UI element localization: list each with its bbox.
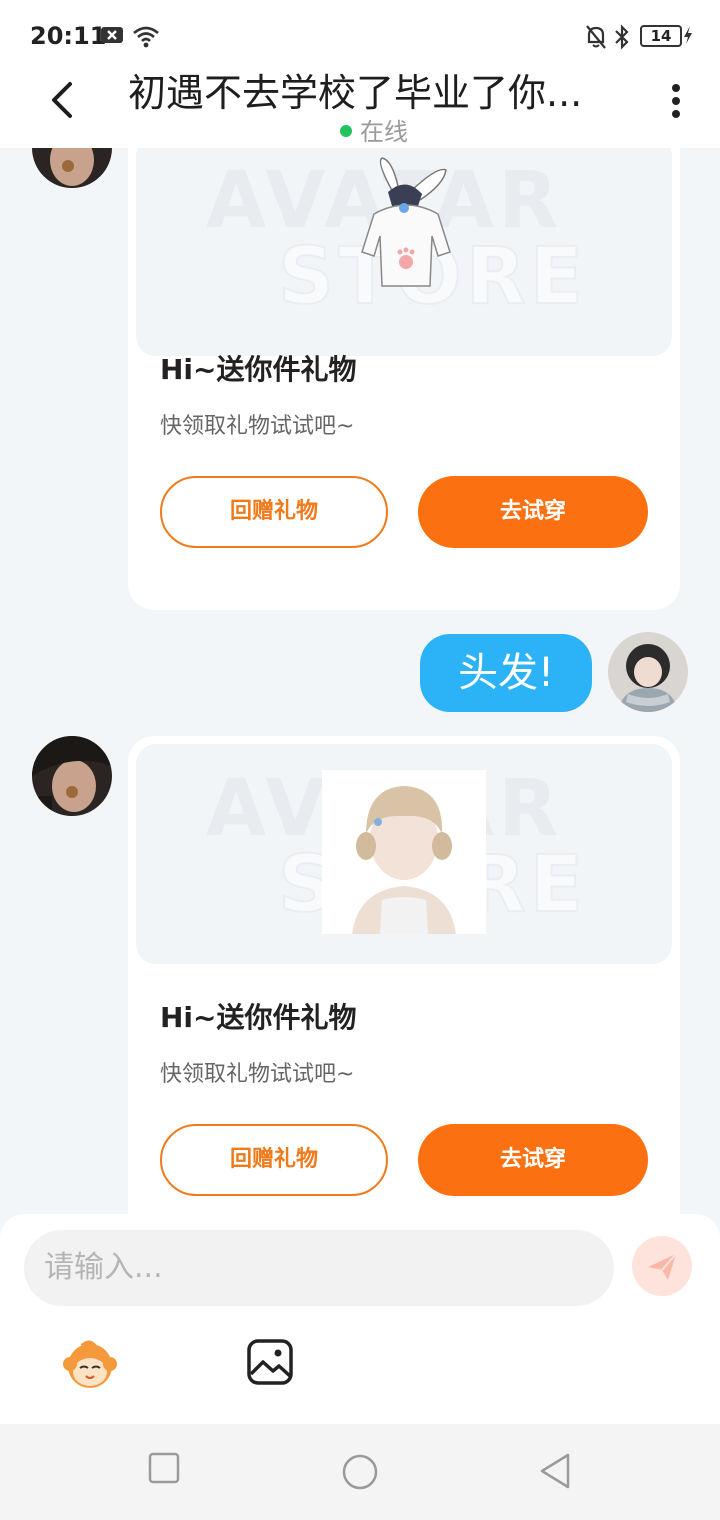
bunny-hoodie-image — [361, 157, 451, 287]
online-dot-icon — [340, 125, 352, 137]
gift-image[interactable]: AVATAR STORE — [136, 744, 672, 964]
return-gift-button[interactable]: 回赠礼物 — [160, 476, 388, 548]
gift-card: AVATAR STORE Hi~送你件礼物 快领取礼物试试吧~ 回赠礼物 去试穿 — [128, 736, 680, 1214]
gift-title: Hi~送你件礼物 — [160, 1001, 357, 1034]
return-gift-button[interactable]: 回赠礼物 — [160, 1124, 388, 1196]
bluetooth-icon — [615, 24, 629, 50]
home-icon[interactable] — [340, 1452, 380, 1492]
message-input[interactable]: 请输入... — [24, 1230, 614, 1306]
send-button[interactable] — [632, 1236, 692, 1296]
chat-messages[interactable]: AVATAR STORE Hi~送你件礼物 快领取礼物试试吧~ 回赠礼物 去试穿… — [0, 148, 720, 1214]
gift-image[interactable]: AVATAR STORE — [136, 148, 672, 356]
gift-title: Hi~送你件礼物 — [160, 353, 357, 386]
battery-level: 14 — [640, 25, 682, 47]
chat-header: 初遇不去学校了毕业了你... 在线 — [0, 60, 720, 148]
gift-subtitle: 快领取礼物试试吧~ — [160, 414, 355, 439]
sender-avatar-image — [32, 148, 112, 188]
gift-subtitle: 快领取礼物试试吧~ — [160, 1062, 355, 1087]
emoji-mascot-icon[interactable] — [60, 1338, 120, 1390]
nav-back-icon[interactable] — [538, 1452, 572, 1490]
my-avatar-image — [608, 632, 688, 712]
status-time: 20:11 — [30, 22, 107, 50]
system-nav-bar — [0, 1424, 720, 1520]
online-status-label: 在线 — [360, 118, 408, 146]
online-status: 在线 — [340, 112, 408, 147]
back-arrow-icon[interactable] — [44, 78, 84, 122]
my-avatar[interactable] — [608, 632, 688, 712]
sender-avatar-image — [32, 736, 112, 816]
gift-card: AVATAR STORE Hi~送你件礼物 快领取礼物试试吧~ 回赠礼物 去试穿 — [128, 148, 680, 610]
charging-icon — [684, 26, 692, 44]
chat-title: 初遇不去学校了毕业了你... — [128, 71, 583, 115]
wifi-icon — [133, 26, 159, 48]
send-icon — [648, 1253, 677, 1280]
recent-apps-icon[interactable] — [148, 1452, 180, 1486]
image-icon[interactable] — [246, 1338, 294, 1386]
try-on-button[interactable]: 去试穿 — [418, 476, 648, 548]
try-on-button[interactable]: 去试穿 — [418, 1124, 648, 1196]
sender-avatar[interactable] — [32, 148, 112, 188]
notification-x-icon — [101, 27, 123, 43]
sent-message-bubble[interactable]: 头发! — [420, 634, 592, 712]
more-vertical-icon[interactable] — [660, 80, 692, 124]
sender-avatar[interactable] — [32, 736, 112, 816]
mute-bell-icon — [586, 25, 606, 49]
composer: 请输入... — [0, 1214, 720, 1424]
hairstyle-image — [322, 770, 486, 934]
